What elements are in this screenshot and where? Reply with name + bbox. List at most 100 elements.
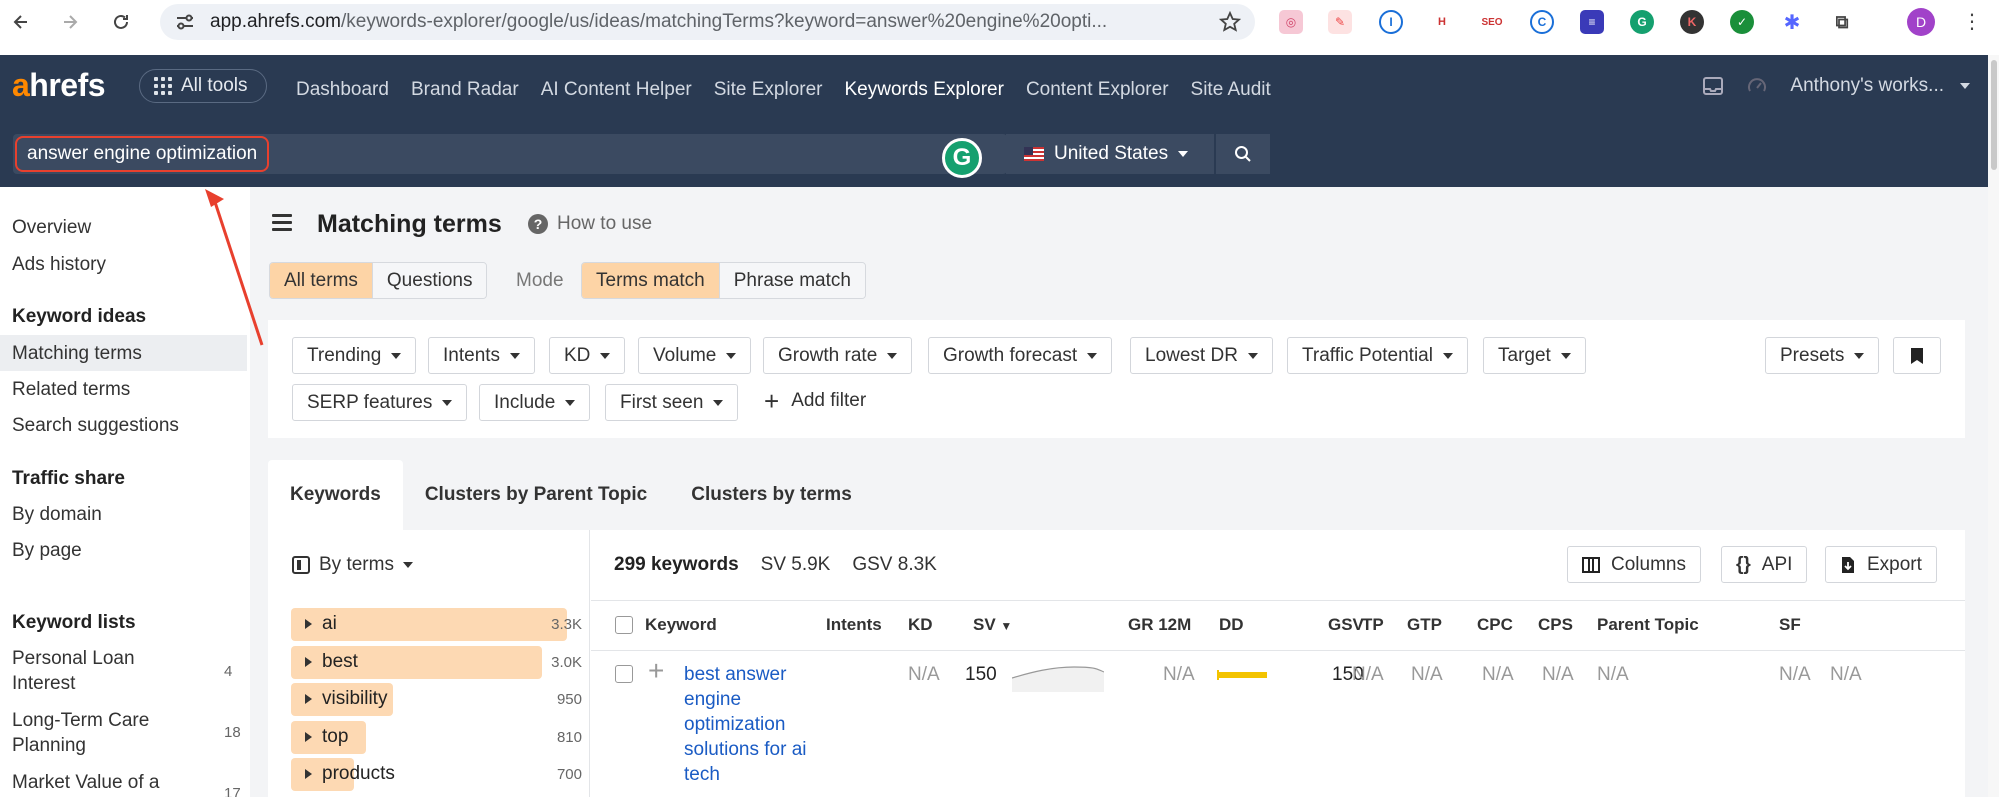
col-cpc[interactable]: CPC bbox=[1477, 615, 1513, 635]
browser-menu-icon[interactable]: ⋮ bbox=[1962, 10, 1982, 34]
keyword-link[interactable]: best answer engine optimization solution… bbox=[684, 662, 814, 787]
page-scrollbar-thumb[interactable] bbox=[1991, 60, 1997, 170]
k-extension-icon[interactable]: K bbox=[1680, 10, 1704, 34]
all-tools-button[interactable]: All tools bbox=[139, 69, 267, 103]
site-settings-icon[interactable] bbox=[174, 11, 196, 33]
sparkle-extension-icon[interactable]: ✱ bbox=[1780, 10, 1804, 34]
all-terms-tab[interactable]: All terms bbox=[270, 263, 373, 298]
tab-clusters-by-terms[interactable]: Clusters by terms bbox=[669, 460, 874, 530]
nav-brand-radar[interactable]: Brand Radar bbox=[411, 79, 519, 101]
how-to-use-link[interactable]: ? How to use bbox=[528, 213, 652, 235]
inbox-icon[interactable] bbox=[1702, 75, 1724, 97]
col-gtp[interactable]: GTP bbox=[1407, 615, 1442, 635]
forward-icon[interactable] bbox=[55, 7, 85, 37]
keyword-list-item-2-line2[interactable]: Planning bbox=[12, 735, 86, 757]
term-row-best[interactable]: best 3.0K bbox=[291, 645, 591, 679]
sidebar-item-search-suggestions[interactable]: Search suggestions bbox=[12, 415, 179, 437]
filter-traffic-potential[interactable]: Traffic Potential bbox=[1287, 337, 1468, 374]
filter-include[interactable]: Include bbox=[479, 384, 591, 421]
keyword-search-input[interactable]: answer engine optimization bbox=[15, 136, 270, 172]
sidebar-item-by-domain[interactable]: By domain bbox=[12, 504, 102, 526]
keyword-list-item-1-line1[interactable]: Personal Loan bbox=[12, 648, 135, 670]
filter-growth-rate[interactable]: Growth rate bbox=[763, 337, 913, 374]
extension-icon-1[interactable]: ◎ bbox=[1279, 10, 1303, 34]
sidebar-item-matching-terms[interactable]: Matching terms bbox=[12, 343, 142, 365]
extensions-puzzle-icon[interactable]: ⧉ bbox=[1830, 10, 1854, 34]
col-sv[interactable]: SV ▼ bbox=[973, 615, 1012, 635]
reload-icon[interactable] bbox=[106, 7, 136, 37]
add-filter-button[interactable]: + Add filter bbox=[764, 388, 866, 414]
bookmark-star-icon[interactable] bbox=[1219, 11, 1241, 33]
sidebar-item-related-terms[interactable]: Related terms bbox=[12, 379, 130, 401]
expand-triangle-icon[interactable] bbox=[305, 694, 312, 704]
profile-avatar[interactable]: D bbox=[1907, 8, 1935, 36]
term-row-ai[interactable]: ai 3.3K bbox=[291, 608, 591, 641]
col-gr-12m[interactable]: GR 12M bbox=[1128, 615, 1191, 635]
columns-button[interactable]: Columns bbox=[1567, 546, 1701, 583]
col-intents[interactable]: Intents bbox=[826, 615, 882, 635]
row-checkbox[interactable] bbox=[615, 665, 633, 683]
filter-volume[interactable]: Volume bbox=[638, 337, 752, 374]
tab-clusters-by-parent-topic[interactable]: Clusters by Parent Topic bbox=[403, 460, 669, 530]
expand-triangle-icon[interactable] bbox=[305, 731, 312, 742]
phrase-match-tab[interactable]: Phrase match bbox=[719, 263, 865, 298]
sidebar-item-by-page[interactable]: By page bbox=[12, 540, 82, 562]
check-extension-icon[interactable]: ✓ bbox=[1730, 10, 1754, 34]
col-sf[interactable]: SF bbox=[1779, 615, 1801, 635]
nav-site-audit[interactable]: Site Audit bbox=[1191, 79, 1271, 101]
workspace-caret-icon[interactable] bbox=[1960, 83, 1970, 89]
col-tp[interactable]: TP bbox=[1362, 615, 1384, 635]
keyword-list-item-2-line1[interactable]: Long-Term Care bbox=[12, 710, 149, 732]
filter-target[interactable]: Target bbox=[1483, 337, 1586, 374]
filter-first-seen[interactable]: First seen bbox=[605, 384, 739, 421]
keyword-list-item-3-line1[interactable]: Market Value of a bbox=[12, 772, 160, 794]
nav-ai-content-helper[interactable]: AI Content Helper bbox=[541, 79, 692, 101]
tab-keywords[interactable]: Keywords bbox=[268, 460, 403, 530]
search-button[interactable] bbox=[1216, 134, 1270, 174]
filter-serp-features[interactable]: SERP features bbox=[292, 384, 468, 421]
copyright-extension-icon[interactable]: C bbox=[1530, 10, 1554, 34]
select-all-checkbox[interactable] bbox=[615, 616, 633, 634]
expand-triangle-icon[interactable] bbox=[305, 656, 312, 667]
country-selector[interactable]: United States bbox=[1006, 134, 1214, 174]
questions-tab[interactable]: Questions bbox=[372, 263, 487, 298]
keyword-list-item-1-line2[interactable]: Interest bbox=[12, 673, 75, 695]
col-cps[interactable]: CPS bbox=[1538, 615, 1573, 635]
sidebar-item-ads-history[interactable]: Ads history bbox=[12, 254, 106, 276]
col-keyword[interactable]: Keyword bbox=[645, 615, 717, 635]
htag-icon[interactable]: H bbox=[1430, 10, 1454, 34]
term-row-top[interactable]: top 810 bbox=[291, 720, 591, 754]
saved-filters-bookmark-icon[interactable] bbox=[1893, 337, 1941, 374]
sidebar-item-overview[interactable]: Overview bbox=[12, 217, 91, 239]
col-dd[interactable]: DD bbox=[1219, 615, 1244, 635]
nav-keywords-explorer[interactable]: Keywords Explorer bbox=[845, 79, 1004, 101]
expand-triangle-icon[interactable] bbox=[305, 619, 312, 629]
filter-kd[interactable]: KD bbox=[549, 337, 626, 374]
nav-content-explorer[interactable]: Content Explorer bbox=[1026, 79, 1169, 101]
hamburger-menu-icon[interactable] bbox=[272, 214, 292, 235]
api-button[interactable]: {} API bbox=[1721, 546, 1808, 583]
term-row-visibility[interactable]: visibility 950 bbox=[291, 683, 591, 716]
workspace-name[interactable]: Anthony's works... bbox=[1790, 75, 1944, 97]
filter-lowest-dr[interactable]: Lowest DR bbox=[1130, 337, 1273, 374]
forms-extension-icon[interactable]: ≡ bbox=[1580, 10, 1604, 34]
nav-dashboard[interactable]: Dashboard bbox=[296, 79, 389, 101]
back-icon[interactable] bbox=[6, 7, 36, 37]
col-gsv[interactable]: GSV bbox=[1328, 615, 1364, 635]
nav-site-explorer[interactable]: Site Explorer bbox=[714, 79, 823, 101]
expand-triangle-icon[interactable] bbox=[305, 769, 312, 779]
terms-match-tab[interactable]: Terms match bbox=[582, 263, 720, 298]
term-row-products[interactable]: products 700 bbox=[291, 758, 591, 791]
extension-icon-2[interactable]: ✎ bbox=[1328, 10, 1352, 34]
grammarly-extension-icon[interactable]: G bbox=[1630, 10, 1654, 34]
gauge-icon[interactable] bbox=[1746, 75, 1768, 97]
col-parent-topic[interactable]: Parent Topic bbox=[1597, 615, 1699, 635]
filter-intents[interactable]: Intents bbox=[428, 337, 536, 374]
filter-growth-forecast[interactable]: Growth forecast bbox=[928, 337, 1113, 374]
ahrefs-logo[interactable]: ahrefs bbox=[12, 67, 106, 104]
address-bar[interactable]: app.ahrefs.com/keywords-explorer/google/… bbox=[160, 4, 1255, 40]
filter-trending[interactable]: Trending bbox=[292, 337, 417, 374]
by-terms-dropdown[interactable]: By terms bbox=[292, 554, 413, 576]
col-kd[interactable]: KD bbox=[908, 615, 933, 635]
export-button[interactable]: Export bbox=[1825, 546, 1937, 583]
